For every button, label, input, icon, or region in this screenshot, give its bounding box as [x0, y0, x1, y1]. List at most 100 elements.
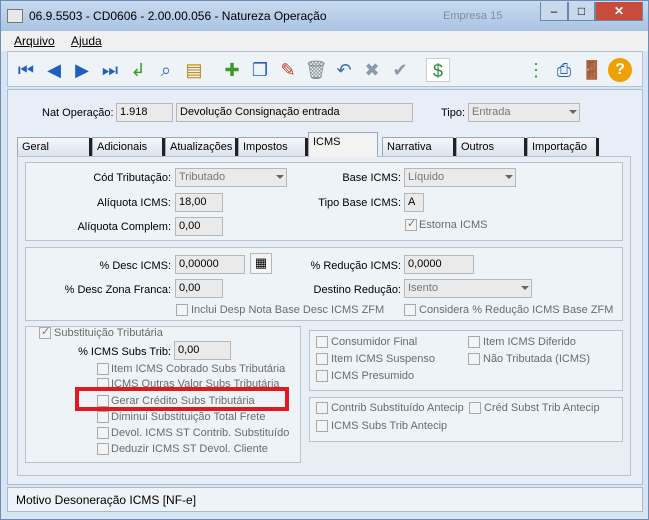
- deduzir-icms-st-checkbox[interactable]: [97, 443, 109, 455]
- last-record-icon[interactable]: ⏭: [98, 58, 122, 82]
- search-icon[interactable]: ⌕: [154, 58, 178, 82]
- cancel-icon[interactable]: ✖: [360, 58, 384, 82]
- desc-icms-label: % Desc ICMS:: [99, 260, 171, 272]
- aliquota-complem-field[interactable]: 0,00: [175, 217, 223, 236]
- tipo-select[interactable]: Entrada: [468, 103, 580, 122]
- destino-reducao-label: Destino Redução:: [313, 284, 401, 296]
- undo-icon[interactable]: ↶: [332, 58, 356, 82]
- exit-icon[interactable]: 🚪: [580, 58, 604, 82]
- tab-label: Importação: [532, 141, 588, 153]
- contrib-substituido-label: Contrib Substituído Antecip: [331, 402, 464, 414]
- diminui-substituicao-label: Diminui Substituição Total Frete: [111, 411, 266, 423]
- estorna-icms-label: Estorna ICMS: [419, 219, 488, 231]
- reducao-icms-field[interactable]: 0,0000: [404, 255, 474, 274]
- next-record-icon[interactable]: ▶: [70, 58, 94, 82]
- print-icon[interactable]: ⎙: [552, 58, 576, 82]
- destino-reducao-select[interactable]: Isento: [404, 279, 532, 298]
- contrib-substituido-checkbox[interactable]: [316, 402, 328, 414]
- icms-subs-trib-field[interactable]: 0,00: [174, 341, 231, 360]
- item-icms-suspenso-label: Item ICMS Suspenso: [331, 353, 435, 365]
- icms-subs-trib-label: % ICMS Subs Trib:: [78, 346, 171, 358]
- estorna-icms-checkbox[interactable]: [405, 217, 417, 231]
- calculator-button[interactable]: ▦: [250, 253, 272, 274]
- tab-importacao[interactable]: Importação: [527, 137, 599, 157]
- desc-zona-franca-field[interactable]: 0,00: [175, 279, 223, 298]
- list-icon[interactable]: ▤: [182, 58, 206, 82]
- window-title: 06.9.5503 - CD0606 - 2.00.00.056 - Natur…: [29, 9, 327, 23]
- title-bar: 06.9.5503 - CD0606 - 2.00.00.056 - Natur…: [1, 1, 648, 31]
- new-record-icon[interactable]: ✚: [220, 58, 244, 82]
- deduzir-icms-st-label: Deduzir ICMS ST Devol. Cliente: [111, 443, 268, 455]
- maximize-button[interactable]: □: [568, 2, 595, 21]
- background-window-title: Empresa 15: [443, 10, 503, 22]
- nat-operacao-label: Nat Operação:: [42, 107, 114, 119]
- copy-icon[interactable]: ❐: [248, 58, 272, 82]
- diminui-substituicao-checkbox[interactable]: [97, 411, 109, 423]
- icms-subs-antecip-checkbox[interactable]: [316, 420, 328, 432]
- icms-subs-antecip-label: ICMS Subs Trib Antecip: [331, 420, 448, 432]
- base-icms-label: Base ICMS:: [342, 172, 401, 184]
- edit-icon[interactable]: ✎: [276, 58, 300, 82]
- cod-tributacao-value: Tributado: [179, 171, 226, 183]
- app-icon: [7, 9, 23, 23]
- tab-outros[interactable]: Outros: [456, 137, 527, 157]
- inclui-desp-checkbox[interactable]: [176, 304, 188, 316]
- highlight-box: [75, 387, 289, 411]
- menu-arquivo[interactable]: Arquivo: [14, 34, 55, 48]
- item-icms-diferido-checkbox[interactable]: [468, 336, 480, 348]
- nao-tributada-label: Não Tributada (ICMS): [483, 353, 590, 365]
- icms-presumido-checkbox[interactable]: [316, 370, 328, 382]
- tab-label: Adicionais: [97, 141, 148, 153]
- tab-geral[interactable]: Geral: [17, 137, 92, 157]
- status-bar: Motivo Desoneração ICMS [NF-e]: [7, 487, 643, 512]
- goto-icon[interactable]: ↲: [126, 58, 150, 82]
- devol-icms-st-checkbox[interactable]: [97, 427, 109, 439]
- help-icon[interactable]: ?: [608, 58, 632, 82]
- chevron-down-icon: [521, 286, 529, 290]
- consumidor-final-checkbox[interactable]: [316, 336, 328, 348]
- nat-desc-field[interactable]: Devolução Consignação entrada: [176, 103, 413, 122]
- tab-impostos[interactable]: Impostos: [238, 137, 308, 157]
- substituicao-tributaria-checkbox[interactable]: [39, 325, 51, 339]
- item-icms-suspenso-checkbox[interactable]: [316, 353, 328, 365]
- main-window: 06.9.5503 - CD0606 - 2.00.00.056 - Natur…: [0, 0, 649, 520]
- menu-ajuda[interactable]: Ajuda: [71, 34, 102, 48]
- consumidor-final-label: Consumidor Final: [331, 336, 418, 348]
- considera-reducao-checkbox[interactable]: [404, 304, 416, 316]
- tab-atualizacoes[interactable]: Atualizações: [165, 137, 238, 157]
- first-record-icon[interactable]: ⏮: [14, 58, 38, 82]
- cred-subst-trib-label: Créd Subst Trib Antecip: [484, 402, 600, 414]
- cred-subst-trib-checkbox[interactable]: [469, 402, 481, 414]
- confirm-icon[interactable]: ✔: [388, 58, 412, 82]
- item-icms-cobrado-checkbox[interactable]: [97, 363, 109, 375]
- tab-label: Outros: [461, 141, 495, 153]
- nat-code-field[interactable]: 1.918: [116, 103, 173, 122]
- tab-narrativa[interactable]: Narrativa: [382, 137, 456, 157]
- item-icms-diferido-label: Item ICMS Diferido: [483, 336, 576, 348]
- minimize-button[interactable]: ‒: [540, 2, 568, 21]
- desc-zona-franca-label: % Desc Zona Franca:: [64, 284, 171, 296]
- cod-tributacao-select[interactable]: Tributado: [175, 168, 287, 187]
- tree-icon[interactable]: ⋮: [524, 58, 548, 82]
- aliquota-icms-field[interactable]: 18,00: [175, 193, 223, 212]
- base-icms-select[interactable]: Líquido: [404, 168, 516, 187]
- reducao-icms-label: % Redução ICMS:: [310, 260, 401, 272]
- desc-icms-field[interactable]: 0,00000: [175, 255, 245, 274]
- tab-label: ICMS: [313, 136, 341, 148]
- tab-divider: [596, 138, 599, 157]
- tipo-base-icms-label: Tipo Base ICMS:: [318, 197, 401, 209]
- tipo-base-icms-field[interactable]: A: [404, 193, 424, 212]
- icms-presumido-label: ICMS Presumido: [331, 370, 415, 382]
- devol-icms-st-label: Devol. ICMS ST Contrib. Substituído: [111, 427, 290, 439]
- delete-icon[interactable]: 🗑: [304, 58, 328, 82]
- previous-record-icon[interactable]: ◀: [42, 58, 66, 82]
- nao-tributada-checkbox[interactable]: [468, 353, 480, 365]
- menu-bar: Arquivo Ajuda: [1, 31, 648, 51]
- tab-label: Geral: [22, 141, 49, 153]
- financial-icon[interactable]: $: [426, 58, 450, 82]
- status-text: Motivo Desoneração ICMS [NF-e]: [16, 493, 197, 507]
- close-button[interactable]: ✕: [595, 2, 643, 21]
- tab-adicionais[interactable]: Adicionais: [92, 137, 165, 157]
- substituicao-tributaria-label: Substituição Tributária: [54, 327, 166, 339]
- tab-icms[interactable]: ICMS: [308, 132, 378, 157]
